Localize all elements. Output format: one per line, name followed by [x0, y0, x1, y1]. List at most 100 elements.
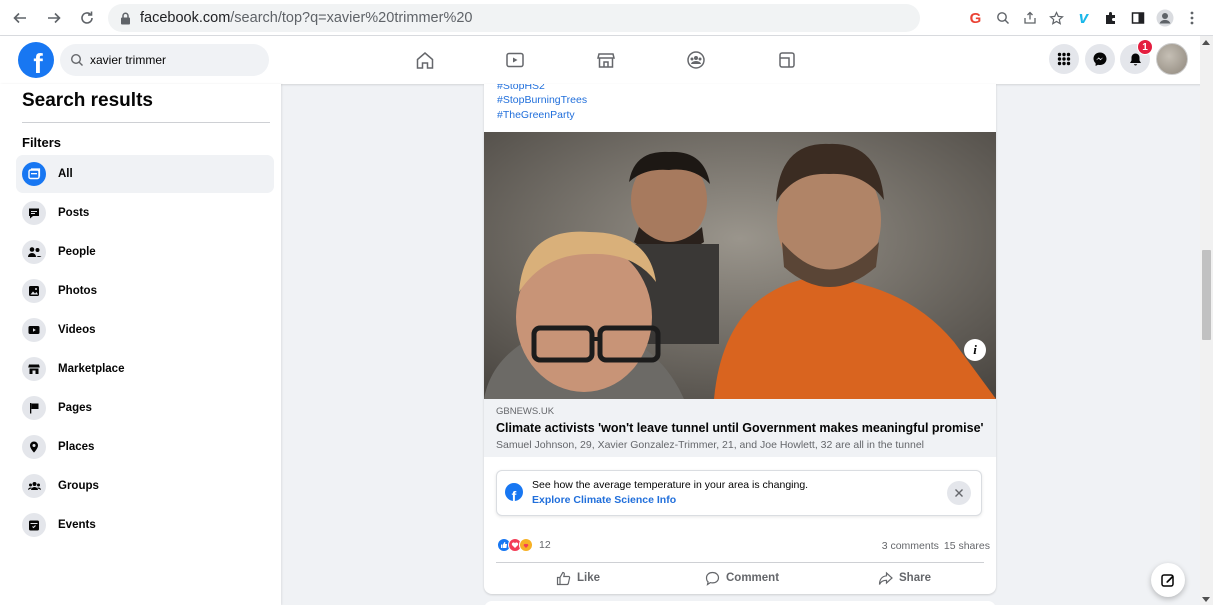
filter-label: People: [58, 246, 96, 258]
comment-button[interactable]: Comment: [705, 568, 779, 588]
comments-count[interactable]: 3 comments: [882, 540, 939, 552]
news-photo[interactable]: [484, 132, 996, 399]
scrollbar-thumb[interactable]: [1202, 250, 1211, 340]
hashtag-link[interactable]: #StopHS2: [497, 84, 545, 92]
compose-edit-icon: [1161, 574, 1174, 587]
link-domain: GBNEWS.UK: [496, 406, 555, 417]
flag-icon: [22, 396, 46, 420]
lock-icon: [120, 11, 132, 25]
share-label: Share: [899, 572, 931, 584]
google-icon[interactable]: G: [962, 7, 989, 29]
grid-icon: [1057, 52, 1071, 66]
location-pin-icon: [22, 435, 46, 459]
search-input[interactable]: [90, 53, 260, 67]
page-title: Search results: [22, 90, 153, 111]
home-icon[interactable]: [413, 48, 437, 72]
videos-icon: [22, 318, 46, 342]
link-description: Samuel Johnson, 29, Xavier Gonzalez-Trim…: [496, 439, 925, 451]
messenger-button[interactable]: [1085, 44, 1115, 74]
close-icon[interactable]: [947, 481, 971, 505]
page-scrollbar[interactable]: [1200, 36, 1213, 605]
tunnel-photo-illustration: [484, 132, 996, 399]
filters-heading: Filters: [22, 135, 62, 150]
filter-label: Marketplace: [58, 363, 125, 375]
filter-videos[interactable]: Videos: [16, 311, 274, 349]
hashtag-link[interactable]: #TheGreenParty: [497, 109, 575, 121]
kebab-menu-icon[interactable]: [1178, 7, 1205, 29]
scroll-up-arrow-icon[interactable]: [1202, 40, 1210, 45]
search-result-post: #StopHS2 #StopBurningTrees #TheGreenPart…: [484, 84, 996, 594]
divider: [496, 562, 984, 563]
calendar-icon: [22, 513, 46, 537]
care-reaction-icon: [519, 538, 533, 552]
facebook-logo-icon[interactable]: f: [18, 42, 54, 78]
like-label: Like: [577, 572, 601, 584]
post-icon: [22, 201, 46, 225]
next-post-edge: [484, 601, 996, 605]
reactions-summary[interactable]: 12: [497, 538, 551, 552]
zoom-search-icon[interactable]: [989, 7, 1016, 29]
link-preview[interactable]: GBNEWS.UK Climate activists 'won't leave…: [484, 399, 996, 457]
scroll-down-arrow-icon[interactable]: [1202, 597, 1210, 602]
filter-label: All: [58, 168, 73, 180]
filter-label: Groups: [58, 480, 99, 492]
account-avatar[interactable]: [1156, 43, 1188, 75]
info-icon[interactable]: i: [964, 339, 986, 361]
menu-grid-button[interactable]: [1049, 44, 1079, 74]
vimeo-extension-icon[interactable]: v: [1070, 7, 1097, 29]
search-icon: [70, 53, 83, 66]
reaction-count: 12: [539, 539, 551, 551]
forward-arrow-icon[interactable]: [43, 7, 65, 29]
people-icon: [22, 240, 46, 264]
search-sidebar: Search results Filters All Posts People …: [0, 84, 281, 605]
marketplace-icon: [22, 357, 46, 381]
side-panel-icon[interactable]: [1124, 7, 1151, 29]
filter-pages[interactable]: Pages: [16, 389, 274, 427]
comment-bubble-icon: [705, 571, 720, 586]
filter-label: Places: [58, 441, 95, 453]
link-title: Climate activists 'won't leave tunnel un…: [496, 421, 984, 435]
filter-events[interactable]: Events: [16, 506, 274, 544]
bookmark-star-icon[interactable]: [1043, 7, 1070, 29]
share-page-icon[interactable]: [1016, 7, 1043, 29]
notifications-button[interactable]: 1: [1120, 39, 1153, 74]
climate-info-text: See how the average temperature in your …: [532, 479, 809, 491]
gaming-icon[interactable]: [775, 48, 799, 72]
filter-all[interactable]: All: [16, 155, 274, 193]
filter-groups[interactable]: Groups: [16, 467, 274, 505]
extensions-puzzle-icon[interactable]: [1097, 7, 1124, 29]
reload-icon[interactable]: [76, 7, 98, 29]
climate-info-link[interactable]: Explore Climate Science Info: [532, 494, 676, 506]
filter-photos[interactable]: Photos: [16, 272, 274, 310]
facebook-logo-icon: f: [505, 483, 523, 501]
filter-places[interactable]: Places: [16, 428, 274, 466]
climate-info-banner: f See how the average temperature in you…: [496, 470, 982, 516]
filter-marketplace[interactable]: Marketplace: [16, 350, 274, 388]
filter-people[interactable]: People: [16, 233, 274, 271]
share-button[interactable]: Share: [878, 568, 931, 588]
photos-icon: [22, 279, 46, 303]
back-arrow-icon[interactable]: [9, 7, 31, 29]
groups-nav-icon[interactable]: [684, 48, 708, 72]
notification-badge: 1: [1137, 39, 1153, 55]
comment-label: Comment: [726, 572, 780, 584]
filter-label: Videos: [58, 324, 96, 336]
url-text: facebook.com/search/top?q=xavier%20trimm…: [140, 10, 472, 26]
url-host: facebook.com: [140, 10, 231, 26]
filter-label: Pages: [58, 402, 92, 414]
watch-video-icon[interactable]: [503, 48, 527, 72]
marketplace-store-icon[interactable]: [594, 48, 618, 72]
browser-actions: G v: [962, 7, 1205, 29]
profile-icon[interactable]: [1151, 7, 1178, 29]
facebook-header: f 1: [0, 36, 1213, 84]
filter-posts[interactable]: Posts: [16, 194, 274, 232]
shares-count[interactable]: 15 shares: [944, 540, 990, 552]
thumbs-up-icon: [556, 571, 571, 585]
hashtag-link[interactable]: #StopBurningTrees: [497, 94, 587, 106]
facebook-search-box[interactable]: [60, 44, 269, 76]
url-path: /search/top?q=xavier%20trimmer%20: [230, 10, 473, 26]
like-button[interactable]: Like: [556, 568, 600, 588]
address-bar[interactable]: facebook.com/search/top?q=xavier%20trimm…: [108, 4, 920, 32]
filter-label: Photos: [58, 285, 97, 297]
new-message-button[interactable]: [1151, 563, 1185, 597]
